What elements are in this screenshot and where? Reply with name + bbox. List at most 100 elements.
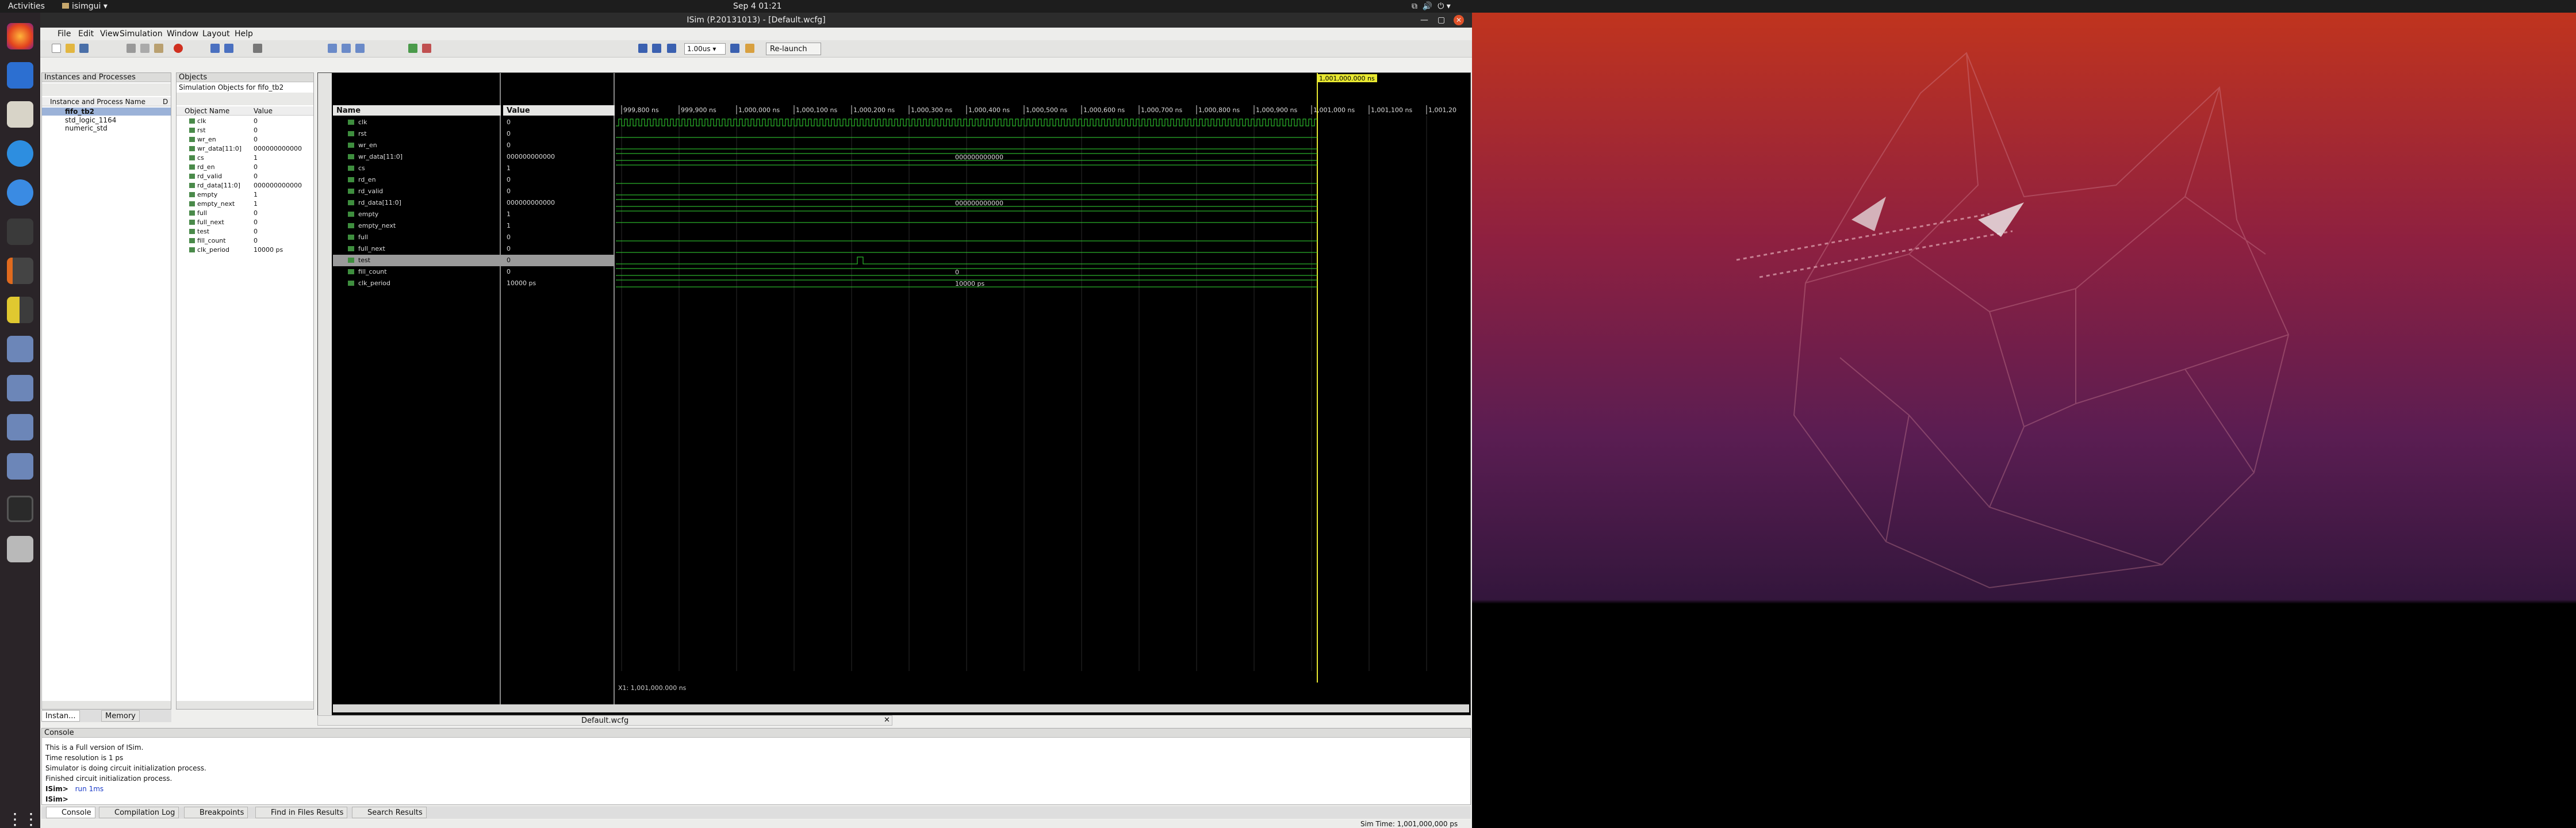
isim-icon-2[interactable] (7, 375, 33, 401)
relaunch-button[interactable]: Re-launch (766, 43, 821, 55)
instance-row-std-logic[interactable]: std_logic_1164 (65, 116, 116, 124)
activities-button[interactable]: Activities (8, 2, 45, 11)
wave-signal-row[interactable]: rd_valid 0 (333, 186, 615, 197)
app-menu[interactable]: isimgui ▾ (62, 2, 108, 11)
isim-icon-4[interactable] (7, 453, 33, 480)
wave-signal-row[interactable]: rd_data[11:0] 000000000000 (333, 197, 615, 209)
object-row[interactable]: rst 0 (177, 126, 313, 135)
console-input[interactable]: ISim> (45, 795, 68, 803)
tab-compilation-log[interactable]: Compilation Log (99, 807, 179, 818)
maximize-button[interactable]: ▢ (1438, 13, 1445, 28)
menu-simulation[interactable]: Simulation (120, 29, 163, 39)
object-row[interactable]: full_next 0 (177, 218, 313, 227)
instances-column-d[interactable]: D (163, 98, 168, 106)
objects-hscrollbar[interactable] (177, 701, 313, 709)
wave-hscrollbar[interactable] (333, 704, 1469, 712)
trash-icon[interactable] (7, 536, 33, 562)
wave-signal-row[interactable]: empty 1 (333, 209, 615, 220)
instances-column-name[interactable]: Instance and Process Name (50, 98, 145, 106)
wave-value-header[interactable]: Value (503, 105, 615, 116)
object-row[interactable]: rd_en 0 (177, 163, 313, 172)
paste-icon[interactable] (154, 44, 163, 53)
system-tray[interactable]: ⧉ 🔊 ⏻ ▾ (1412, 2, 1451, 11)
objects-col-name[interactable]: Object Name (185, 107, 229, 115)
tab-breakpoints[interactable]: Breakpoints (184, 807, 248, 818)
wcfg-tab[interactable]: Default.wcfg ✕ (317, 715, 892, 726)
zoom-fit-icon[interactable] (328, 44, 337, 53)
run-all-icon[interactable] (652, 44, 661, 53)
menu-view[interactable]: View (100, 29, 119, 39)
wcfg-tab-close-icon[interactable]: ✕ (884, 716, 890, 724)
instance-row-fifo-tb2[interactable]: fifo_tb2 (42, 108, 171, 116)
object-row[interactable]: clk 0 (177, 117, 313, 126)
new-icon[interactable] (52, 44, 61, 53)
open-icon[interactable] (66, 44, 75, 53)
wave-signal-row[interactable]: rst 0 (333, 128, 615, 140)
object-row[interactable]: rd_valid 0 (177, 172, 313, 181)
object-row[interactable]: rd_data[11:0] 000000000000 (177, 181, 313, 190)
object-row[interactable]: clk_period 10000 ps (177, 246, 313, 255)
wave-signal-row[interactable]: rd_en 0 (333, 174, 615, 186)
video-app-icon[interactable] (7, 496, 33, 522)
wave-name-header[interactable]: Name (333, 105, 501, 116)
wave-signal-row[interactable]: clk_period 10000 ps (333, 278, 615, 289)
notes-icon[interactable] (7, 258, 33, 284)
redo-icon[interactable] (224, 44, 233, 53)
cut-icon[interactable] (126, 44, 136, 53)
show-apps-icon[interactable]: ⋮⋮⋮ (7, 806, 55, 828)
run-for-icon[interactable] (667, 44, 676, 53)
terminal-icon[interactable] (7, 218, 33, 245)
object-row[interactable]: wr_en 0 (177, 135, 313, 144)
object-row[interactable]: test 0 (177, 227, 313, 236)
menu-help[interactable]: Help (235, 29, 253, 39)
tab-memory[interactable]: Memory (101, 710, 140, 722)
object-row[interactable]: full 0 (177, 209, 313, 218)
help-icon[interactable] (7, 179, 33, 206)
wave-signal-row[interactable]: test 0 (333, 255, 615, 266)
wave-signal-row[interactable]: empty_next 1 (333, 220, 615, 232)
restart-icon[interactable] (638, 44, 647, 53)
software-icon[interactable] (7, 140, 33, 167)
wave-signal-row[interactable]: wr_en 0 (333, 140, 615, 151)
wave-signal-row[interactable]: wr_data[11:0] 000000000000 (333, 151, 615, 163)
copy-icon[interactable] (140, 44, 150, 53)
instances-hscrollbar[interactable] (42, 701, 171, 709)
menu-edit[interactable]: Edit (78, 29, 94, 39)
clock[interactable]: Sep 4 01:21 (733, 2, 782, 11)
tab-search-results[interactable]: Search Results (352, 807, 427, 818)
tab-find-in-files[interactable]: Find in Files Results (255, 807, 348, 818)
run-time-combo[interactable]: 1.00us ▾ (684, 43, 726, 55)
object-row[interactable]: fill_count 0 (177, 236, 313, 246)
marker-icon[interactable] (422, 44, 431, 53)
wave-signal-row[interactable]: clk 0 (333, 117, 615, 128)
waveform-area[interactable]: 999,800 ns 999,900 ns 1,000,000 ns 1,000,10… (616, 73, 1469, 704)
wave-signal-row[interactable]: cs 1 (333, 163, 615, 174)
isim-icon-3[interactable] (7, 414, 33, 440)
step-icon[interactable] (730, 44, 739, 53)
save-icon[interactable] (79, 44, 89, 53)
minimize-button[interactable]: — (1420, 13, 1428, 28)
object-row[interactable]: wr_data[11:0] 000000000000 (177, 144, 313, 154)
instance-row-numeric-std[interactable]: numeric_std (65, 124, 108, 132)
menu-layout[interactable]: Layout (202, 29, 230, 39)
menu-file[interactable]: File (57, 29, 71, 39)
cursor-icon[interactable] (408, 44, 417, 53)
delete-icon[interactable] (174, 44, 183, 53)
object-row[interactable]: cs 1 (177, 154, 313, 163)
break-icon[interactable] (745, 44, 754, 53)
tab-console[interactable]: Console (46, 807, 95, 818)
isim-icon-1[interactable] (7, 336, 33, 362)
files-icon[interactable] (7, 101, 33, 128)
wave-signal-row[interactable]: full 0 (333, 232, 615, 243)
zoom-in-icon[interactable] (342, 44, 351, 53)
close-button[interactable]: ✕ (1454, 15, 1464, 25)
object-row[interactable]: empty 1 (177, 190, 313, 200)
object-row[interactable]: empty_next 1 (177, 200, 313, 209)
thunderbird-icon[interactable] (7, 62, 33, 89)
zoom-out-icon[interactable] (355, 44, 365, 53)
wave-signal-row[interactable]: fill_count 0 (333, 266, 615, 278)
arrow-app-icon[interactable] (7, 297, 33, 323)
objects-col-value[interactable]: Value (254, 107, 273, 115)
undo-icon[interactable] (210, 44, 220, 53)
find-icon[interactable] (253, 44, 262, 53)
